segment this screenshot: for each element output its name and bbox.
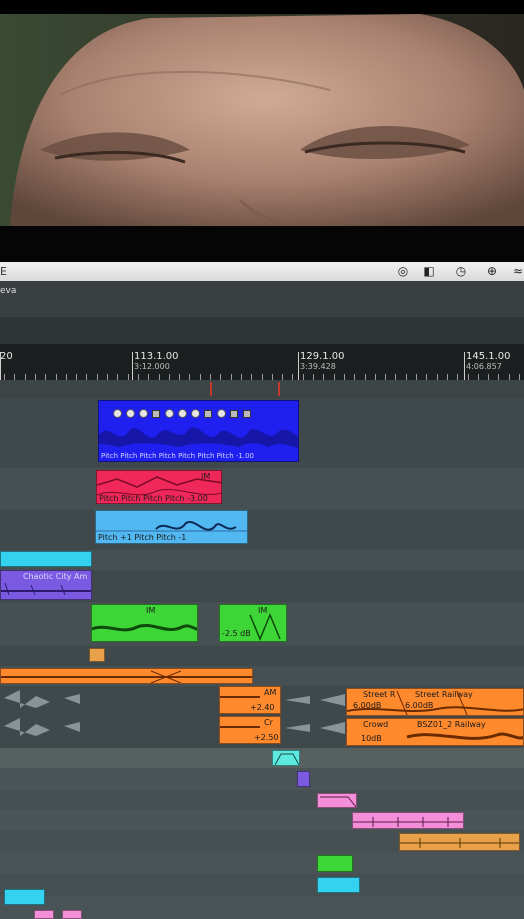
waveform xyxy=(92,624,197,632)
audio-clip-purple-small[interactable] xyxy=(297,771,310,787)
track-lane[interactable] xyxy=(0,790,524,810)
waveform xyxy=(400,838,519,848)
arrangement-toolbar: eva xyxy=(0,281,524,318)
audio-clip-lightblue[interactable]: Pitch +1 Pitch Pitch -1 xyxy=(95,510,248,544)
split-view-icon[interactable]: ◧ xyxy=(420,264,438,278)
audio-clip-pink-long[interactable] xyxy=(352,812,464,829)
ruler-bar-label: 129.1.00 xyxy=(300,351,345,362)
toolbar-label: eva xyxy=(0,286,17,296)
audio-clip-chaotic-city[interactable]: Chaotic City Am xyxy=(0,570,92,600)
waveform xyxy=(1,582,91,596)
toolbar-secondary xyxy=(0,317,524,344)
track-lane[interactable] xyxy=(0,748,524,768)
locator-marker[interactable] xyxy=(210,382,212,396)
ruler-time-label: 3:12.000 xyxy=(134,362,170,371)
ruler-bar-label: 145.1.00 xyxy=(466,351,511,362)
clip-tag: IM xyxy=(201,472,211,481)
track-lane[interactable] xyxy=(0,646,524,666)
audio-clip-red[interactable]: IM Pitch Pitch Pitch Pitch -3.00 xyxy=(96,470,222,504)
audio-clip-cyan[interactable] xyxy=(0,551,92,567)
clip-pitch-labels: Pitch Pitch Pitch Pitch -3.00 xyxy=(99,494,208,503)
audio-clip-teal-small[interactable] xyxy=(272,750,300,766)
timeline-ruler[interactable]: 20 113.1.00 3:12.000 129.1.00 3:39.428 1… xyxy=(0,344,524,381)
track-lane[interactable] xyxy=(0,510,524,550)
waveform xyxy=(249,613,281,641)
locator-marker[interactable] xyxy=(278,382,280,396)
audio-clip-green-right[interactable]: IM -2.5 dB xyxy=(219,604,287,642)
ruler-bar-label: 113.1.00 xyxy=(134,351,179,362)
ruler-bar-label: 20 xyxy=(0,351,13,362)
track-lane[interactable] xyxy=(0,874,524,896)
audio-clip-crowd[interactable]: Crowd BSZ01_2 Railway 10dB xyxy=(346,718,524,746)
face-closeup-image xyxy=(0,0,524,262)
audio-clip-orange-long[interactable] xyxy=(0,668,253,684)
ruler-major-tick xyxy=(132,352,133,380)
ruler-major-tick xyxy=(464,352,465,380)
audio-clip-orange-cr[interactable]: Cr +2.50 xyxy=(219,716,281,744)
ruler-time-label: 4:06.857 xyxy=(466,362,502,371)
audio-clip-pink-bottom[interactable] xyxy=(62,910,82,919)
crosshair-icon[interactable]: ⊕ xyxy=(483,264,501,278)
audio-clip-orange-am[interactable]: AM +2.40 xyxy=(219,686,281,714)
daw-window: E ◎ ◧ ◷ ⊕ ≈ eva 20 113.1.00 3:12.000 129… xyxy=(0,262,524,919)
waveform xyxy=(220,696,260,698)
waveform xyxy=(347,690,523,715)
clip-pitch-labels: Pitch Pitch Pitch Pitch Pitch Pitch Pitc… xyxy=(101,452,254,460)
creative-cloud-icon[interactable]: ◎ xyxy=(394,264,412,278)
track-lane[interactable] xyxy=(0,852,524,874)
mac-menu-bar: E ◎ ◧ ◷ ⊕ ≈ xyxy=(0,262,524,282)
audio-clip-green-small[interactable] xyxy=(317,855,353,872)
camera-photo xyxy=(0,0,524,262)
audio-clip-street-railway[interactable]: Street R Street Railway 6.00dB 6.00dB xyxy=(346,688,524,716)
waveform xyxy=(353,817,463,827)
audio-clip-pink-bottom[interactable] xyxy=(34,910,54,919)
audio-clip-pink[interactable] xyxy=(317,793,357,808)
fade-curve xyxy=(274,753,299,765)
track-lane[interactable] xyxy=(0,468,524,510)
waveform xyxy=(1,670,252,683)
waveform xyxy=(406,732,523,740)
ruler-time-label: 3:39.428 xyxy=(300,362,336,371)
menu-item-edit[interactable]: E xyxy=(0,265,7,278)
audio-clip-green-left[interactable]: IM xyxy=(91,604,198,642)
fade-curve xyxy=(320,796,356,807)
arrangement-tracks: Pitch Pitch Pitch Pitch Pitch Pitch Pitc… xyxy=(0,398,524,919)
waveform xyxy=(220,726,260,728)
audio-clip-tan[interactable] xyxy=(399,833,520,851)
ruler-major-tick xyxy=(298,352,299,380)
time-machine-icon[interactable]: ◷ xyxy=(452,264,470,278)
track-lane[interactable] xyxy=(0,768,524,790)
wifi-icon[interactable]: ≈ xyxy=(509,264,524,278)
locator-strip[interactable] xyxy=(0,380,524,398)
audio-clip-cyan-bottom[interactable] xyxy=(4,889,45,905)
clip-pitch-labels: Pitch +1 Pitch Pitch -1 xyxy=(98,533,187,542)
audio-clip-cyan-small[interactable] xyxy=(317,877,360,893)
audio-clip-blue-vocal[interactable]: Pitch Pitch Pitch Pitch Pitch Pitch Pitc… xyxy=(98,400,299,462)
audio-clip-small[interactable] xyxy=(89,648,105,662)
